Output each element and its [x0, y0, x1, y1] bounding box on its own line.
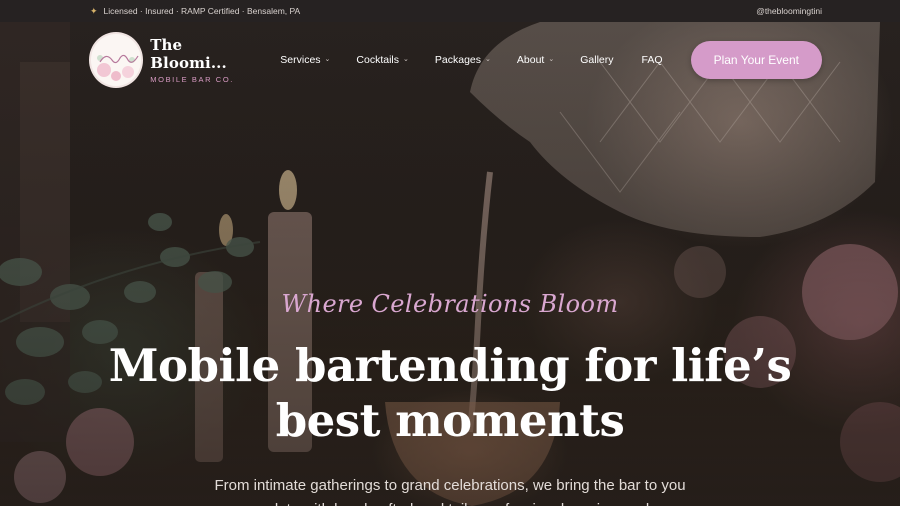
brand-text[interactable]: The Bloomi... MOBILE BAR CO. — [150, 36, 260, 84]
nav-item-cocktails[interactable]: Cocktails ⌄ — [356, 54, 408, 66]
top-info-bar: ✦ Licensed · Insured · RAMP Certified · … — [0, 0, 900, 22]
nav-item-label: Services — [280, 54, 321, 66]
sparkle-icon: ✦ — [90, 5, 98, 16]
logo-script-mark — [99, 54, 139, 64]
nav-item-gallery[interactable]: Gallery — [580, 54, 613, 66]
brand-subtitle: MOBILE BAR CO. — [150, 75, 234, 84]
credentials-text: Licensed · Insured · RAMP Certified · Be… — [103, 6, 301, 16]
nav-item-label: Cocktails — [356, 54, 400, 66]
hero-headline-line1: Mobile bartending for life’s — [108, 339, 792, 392]
plan-your-event-button[interactable]: Plan Your Event — [690, 41, 823, 79]
chevron-down-icon: ⌄ — [485, 56, 491, 63]
social-handle-link[interactable]: @thebloomingtini — [756, 6, 822, 16]
chevron-down-icon: ⌄ — [324, 56, 331, 63]
nav-item-faq[interactable]: FAQ — [642, 54, 663, 66]
nav-item-label: Packages — [434, 54, 482, 66]
nav-menu: Services ⌄ Cocktails ⌄ Packages ⌄ About … — [280, 54, 690, 66]
hero-subtext: From intimate gatherings to grand celebr… — [214, 477, 686, 506]
nav-item-label: Gallery — [580, 54, 614, 66]
nav-item-packages[interactable]: Packages ⌄ — [435, 54, 491, 66]
chevron-down-icon: ⌄ — [548, 56, 555, 63]
brand-name: The Bloomi... — [150, 36, 227, 72]
chevron-down-icon: ⌄ — [403, 56, 409, 63]
hero-headline-line2: best moments — [275, 394, 625, 447]
hero-tagline: Where Celebrations Bloom — [281, 290, 619, 318]
nav-item-services[interactable]: Services ⌄ — [280, 54, 330, 66]
top-info-left: ✦ Licensed · Insured · RAMP Certified · … — [90, 6, 300, 17]
nav-item-about[interactable]: About ⌄ — [517, 54, 554, 66]
nav-item-label: About — [516, 54, 545, 66]
main-navigation: The Bloomi... MOBILE BAR CO. Services ⌄ … — [0, 22, 900, 98]
brand-logo[interactable] — [89, 32, 144, 88]
nav-item-label: FAQ — [641, 54, 663, 66]
hero-headline: Mobile bartending for life’s best moment… — [0, 338, 900, 448]
